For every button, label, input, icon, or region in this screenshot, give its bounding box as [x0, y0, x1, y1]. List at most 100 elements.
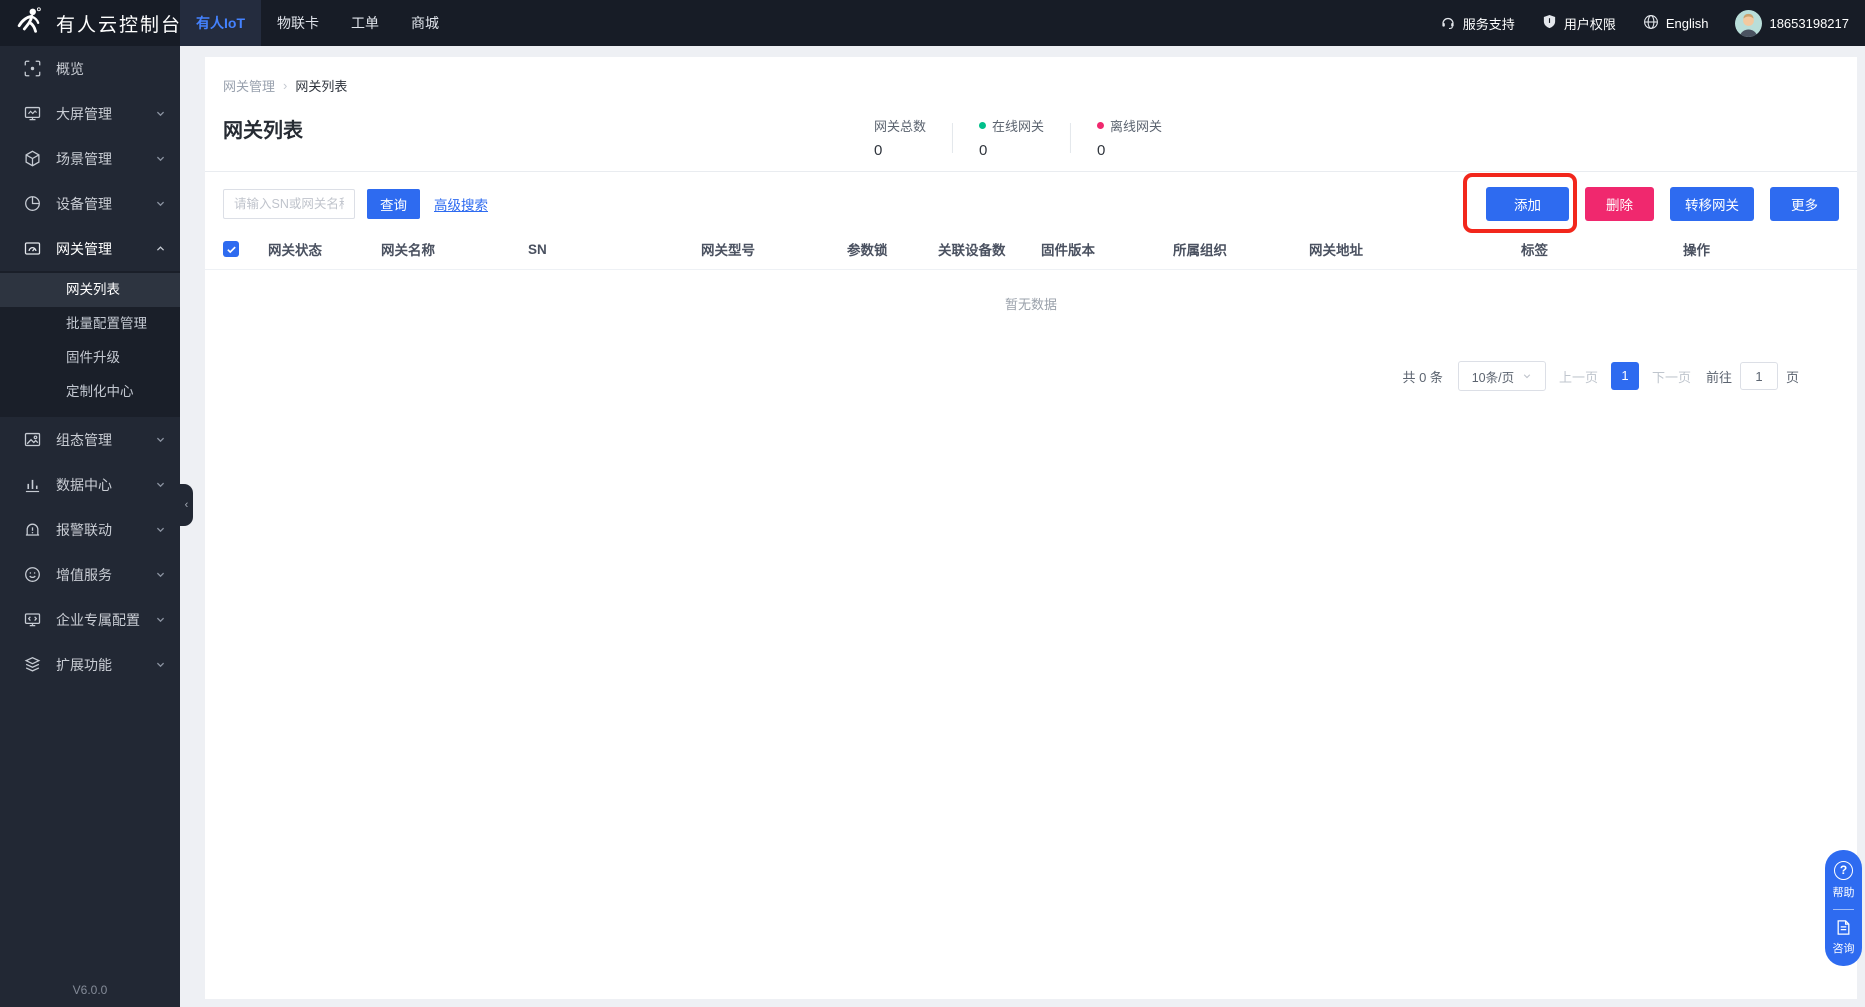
enterprise-icon — [24, 611, 41, 628]
tab-work-order[interactable]: 工单 — [335, 0, 395, 46]
sidebar-item-label: 数据中心 — [56, 475, 112, 495]
pagination-total: 共 0 条 — [1402, 367, 1442, 386]
search-input[interactable] — [223, 189, 355, 219]
help-button[interactable]: 帮助 — [1833, 884, 1855, 900]
toolbar: 查询 高级搜索 添加 删除 转移网关 更多 — [205, 172, 1857, 233]
avatar — [1735, 10, 1762, 37]
col-linked-devices: 关联设备数 — [938, 239, 1041, 259]
scene-icon — [24, 150, 41, 167]
gateway-stats: 网关总数 0 在线网关 0 离线网关 0 — [874, 116, 1188, 159]
breadcrumb-current: 网关列表 — [295, 76, 347, 95]
chevron-down-icon — [155, 434, 166, 445]
headset-icon — [1440, 14, 1456, 33]
sidebar-item-device[interactable]: 设备管理 — [0, 181, 180, 226]
gateway-submenu: 网关列表 批量配置管理 固件升级 定制化中心 — [0, 271, 180, 417]
empty-state-text: 暂无数据 — [205, 270, 1857, 333]
globe-icon — [1643, 14, 1659, 33]
title-row: 网关列表 网关总数 0 在线网关 0 — [205, 116, 1857, 158]
goto-label: 前往 — [1706, 367, 1732, 386]
query-button[interactable]: 查询 — [367, 189, 420, 219]
breadcrumb: 网关管理 › 网关列表 — [205, 57, 1857, 95]
app-title: 有人云控制台 — [56, 10, 182, 37]
sidebar-item-value-added[interactable]: 增值服务 — [0, 552, 180, 597]
chevron-down-icon — [155, 659, 166, 670]
col-tags: 标签 — [1521, 239, 1683, 259]
chevron-down-icon — [155, 524, 166, 535]
user-permission[interactable]: 用户权限 — [1542, 14, 1616, 33]
page-number-button[interactable]: 1 — [1611, 362, 1639, 390]
col-gateway-model: 网关型号 — [701, 239, 847, 259]
sidebar-item-label: 大屏管理 — [56, 104, 112, 124]
goto-unit-label: 页 — [1786, 367, 1799, 386]
action-buttons: 添加 删除 转移网关 更多 — [1486, 187, 1839, 221]
sidebar-item-big-screen[interactable]: 大屏管理 — [0, 91, 180, 136]
logo-block[interactable]: 有人云控制台 — [0, 0, 180, 46]
advanced-search-link[interactable]: 高级搜索 — [434, 194, 488, 214]
sidebar-subitem-customization-center[interactable]: 定制化中心 — [0, 375, 180, 409]
delete-button[interactable]: 删除 — [1585, 187, 1654, 221]
tab-usr-iot[interactable]: 有人IoT — [180, 0, 261, 46]
stat-online-value: 0 — [979, 142, 1044, 159]
offline-dot-icon — [1097, 122, 1104, 129]
add-button[interactable]: 添加 — [1486, 187, 1569, 221]
checkbox-check-icon — [226, 244, 237, 255]
consult-button[interactable]: 咨询 — [1833, 940, 1855, 956]
stat-offline: 离线网关 0 — [1071, 116, 1188, 159]
sidebar-item-label: 设备管理 — [56, 194, 112, 214]
tab-iot-card[interactable]: 物联卡 — [261, 0, 335, 46]
device-icon — [24, 195, 41, 212]
col-gateway-address: 网关地址 — [1309, 239, 1521, 259]
breadcrumb-separator: › — [283, 78, 287, 93]
col-param-lock: 参数锁 — [847, 239, 938, 259]
brand-logo-icon — [14, 6, 44, 41]
language-switch[interactable]: English — [1643, 14, 1709, 33]
transfer-gateway-button[interactable]: 转移网关 — [1670, 187, 1754, 221]
sidebar-item-gateway[interactable]: 网关管理 — [0, 226, 180, 271]
sidebar-subitem-gateway-list[interactable]: 网关列表 — [0, 273, 180, 307]
consult-doc-icon — [1835, 919, 1852, 936]
pagination: 共 0 条 10条/页 上一页 1 下一页 前往 页 — [205, 333, 1857, 391]
stat-offline-value: 0 — [1097, 142, 1162, 159]
sidebar-item-label: 报警联动 — [56, 520, 112, 540]
sidebar-item-label: 增值服务 — [56, 565, 112, 585]
service-support[interactable]: 服务支持 — [1440, 14, 1515, 33]
breadcrumb-parent[interactable]: 网关管理 — [223, 76, 275, 95]
sidebar-item-hmi-config[interactable]: 组态管理 — [0, 417, 180, 462]
big-screen-icon — [24, 105, 41, 122]
sidebar-subitem-batch-config[interactable]: 批量配置管理 — [0, 307, 180, 341]
content-card: 网关管理 › 网关列表 网关列表 网关总数 0 在线网关 0 — [205, 57, 1857, 999]
user-permission-label: 用户权限 — [1564, 14, 1616, 33]
more-button[interactable]: 更多 — [1770, 187, 1839, 221]
stat-offline-label: 离线网关 — [1110, 116, 1162, 135]
data-center-icon — [24, 476, 41, 493]
online-dot-icon — [979, 122, 986, 129]
top-tabs: 有人IoT 物联卡 工单 商城 — [180, 0, 455, 46]
select-all-checkbox[interactable] — [223, 241, 239, 257]
chevron-down-icon — [155, 108, 166, 119]
version-label: V6.0.0 — [0, 983, 180, 997]
sidebar-item-enterprise-config[interactable]: 企业专属配置 — [0, 597, 180, 642]
stat-total-label: 网关总数 — [874, 116, 926, 135]
sidebar-item-data-center[interactable]: 数据中心 — [0, 462, 180, 507]
topbar: 有人云控制台 有人IoT 物联卡 工单 商城 服务支持 — [0, 0, 1865, 46]
tab-mall[interactable]: 商城 — [395, 0, 455, 46]
page-size-select[interactable]: 10条/页 — [1458, 361, 1546, 391]
goto-page-input[interactable] — [1740, 362, 1778, 390]
sidebar-item-overview[interactable]: 概览 — [0, 46, 180, 91]
sidebar-subitem-firmware-upgrade[interactable]: 固件升级 — [0, 341, 180, 375]
value-added-icon — [24, 566, 41, 583]
account[interactable]: 18653198217 — [1735, 10, 1849, 37]
stat-total: 网关总数 0 — [874, 116, 952, 159]
sidebar-collapse-handle[interactable]: ‹ — [180, 484, 193, 526]
sidebar-item-alarm-linkage[interactable]: 报警联动 — [0, 507, 180, 552]
main-area: 网关管理 › 网关列表 网关列表 网关总数 0 在线网关 0 — [180, 46, 1865, 1007]
next-page-button[interactable]: 下一页 — [1652, 367, 1691, 386]
sidebar-item-extension[interactable]: 扩展功能 — [0, 642, 180, 687]
sidebar-item-label: 扩展功能 — [56, 655, 112, 675]
chevron-down-icon — [155, 614, 166, 625]
stat-online: 在线网关 0 — [953, 116, 1070, 159]
sidebar-item-scene[interactable]: 场景管理 — [0, 136, 180, 181]
prev-page-button[interactable]: 上一页 — [1559, 367, 1598, 386]
chevron-down-icon — [155, 479, 166, 490]
page-size-value: 10条/页 — [1472, 367, 1514, 386]
